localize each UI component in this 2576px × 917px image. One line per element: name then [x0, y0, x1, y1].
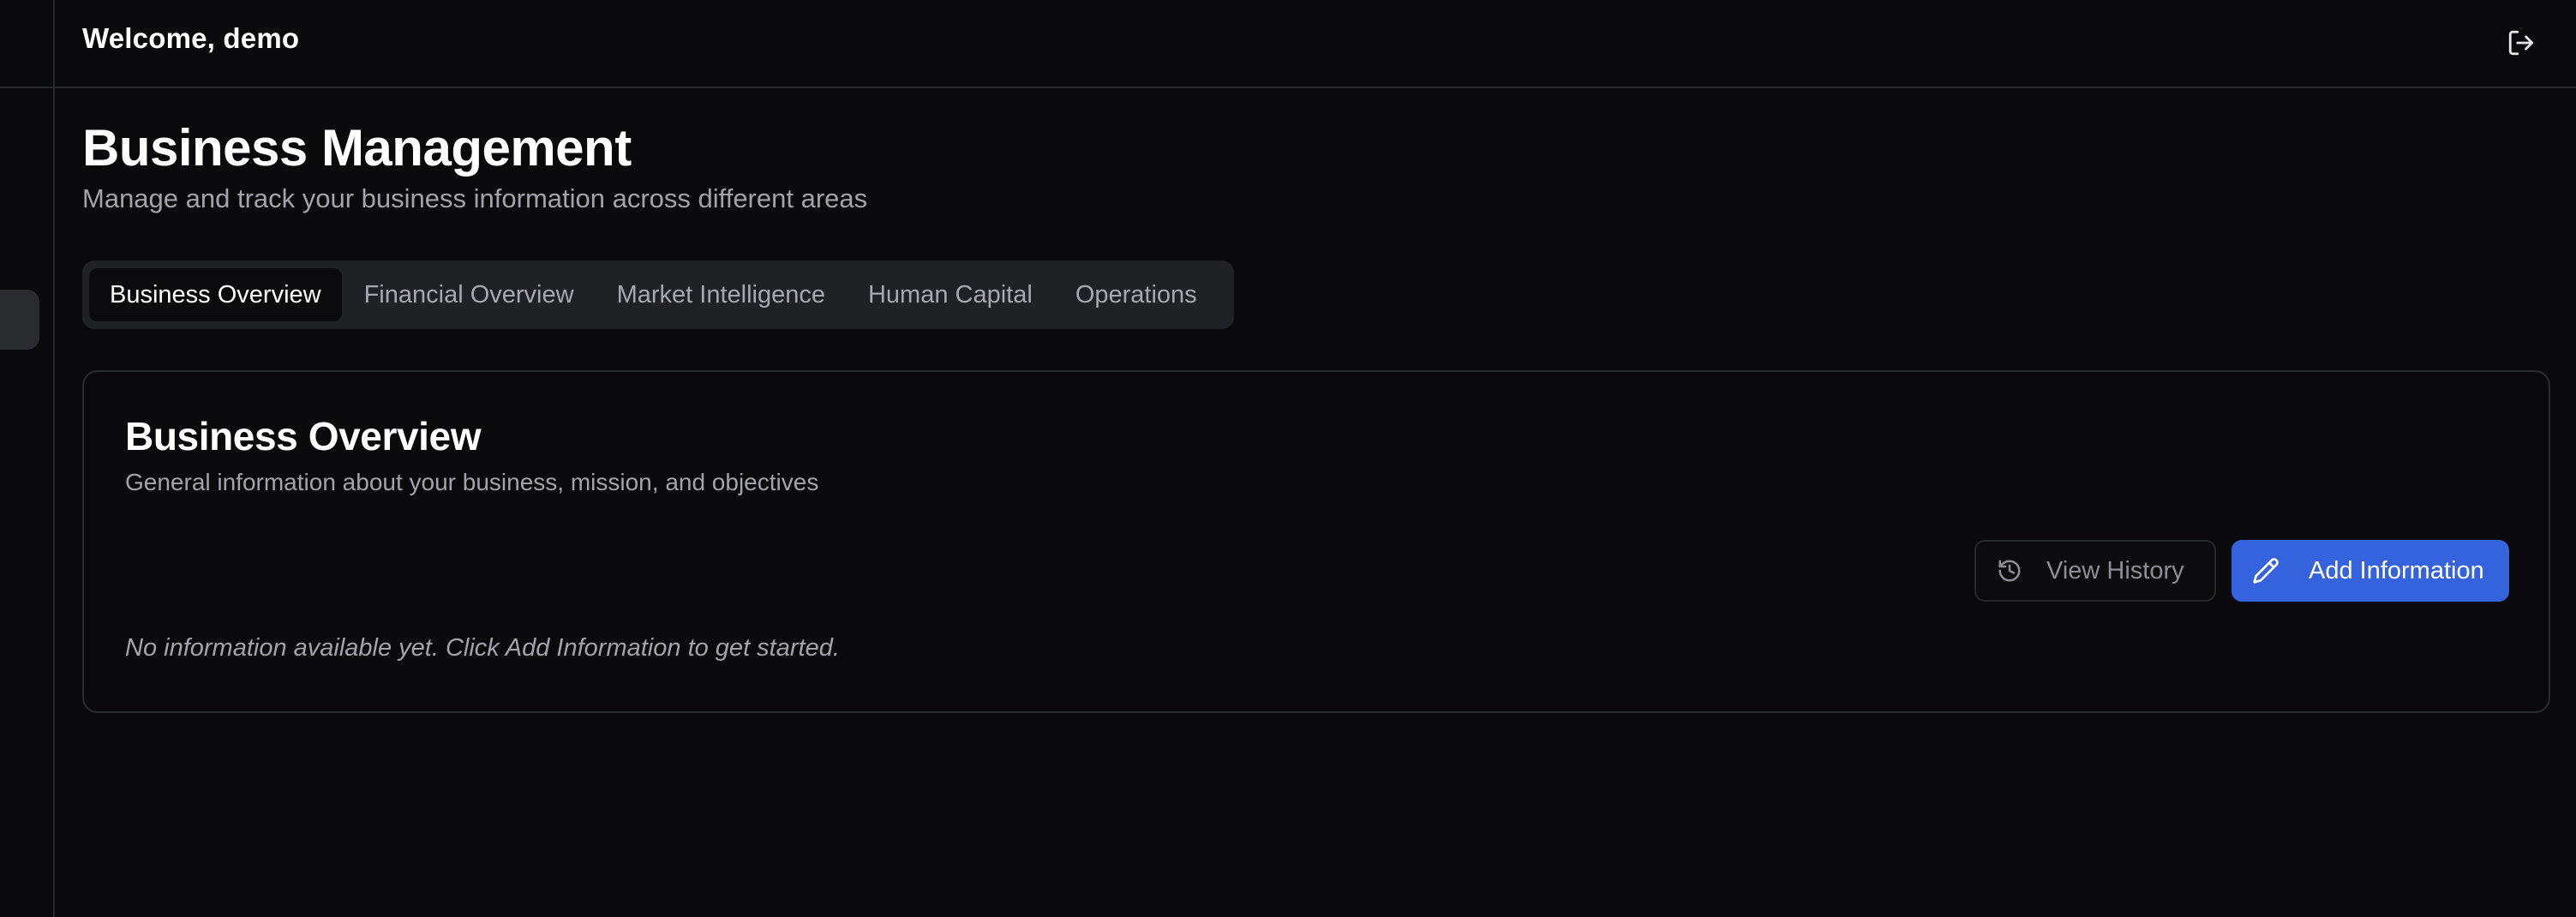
empty-state-message: No information available yet. Click Add … [125, 634, 840, 662]
logout-icon [2507, 28, 2536, 57]
top-header: Welcome, demo [55, 0, 2576, 88]
view-history-button[interactable]: View History [1974, 540, 2216, 602]
view-history-label: View History [2046, 556, 2184, 584]
sidebar-divider [0, 87, 55, 88]
tab-operations[interactable]: Operations [1055, 268, 1218, 321]
tab-human-capital[interactable]: Human Capital [848, 268, 1053, 321]
tab-market-intelligence[interactable]: Market Intelligence [596, 268, 846, 321]
tab-business-overview[interactable]: Business Overview [89, 268, 342, 321]
sidebar-active-item[interactable] [0, 290, 39, 350]
card-title: Business Overview [125, 414, 482, 458]
add-information-button[interactable]: Add Information [2232, 540, 2509, 602]
sidebar [0, 0, 55, 917]
add-information-label: Add Information [2309, 556, 2484, 584]
page-subtitle: Manage and track your business informati… [82, 183, 868, 213]
pencil-icon [2252, 557, 2279, 584]
tab-financial-overview[interactable]: Financial Overview [344, 268, 595, 321]
card-description: General information about your business,… [125, 469, 819, 495]
history-icon [1997, 558, 2022, 584]
business-overview-card: Business Overview General information ab… [82, 370, 2550, 713]
logout-button[interactable] [2497, 19, 2545, 67]
app-root: Welcome, demo Business Management Manage… [0, 0, 2576, 917]
section-tabs: Business Overview Financial Overview Mar… [82, 261, 1234, 329]
welcome-text: Welcome, demo [82, 22, 300, 54]
page-title: Business Management [82, 119, 632, 177]
